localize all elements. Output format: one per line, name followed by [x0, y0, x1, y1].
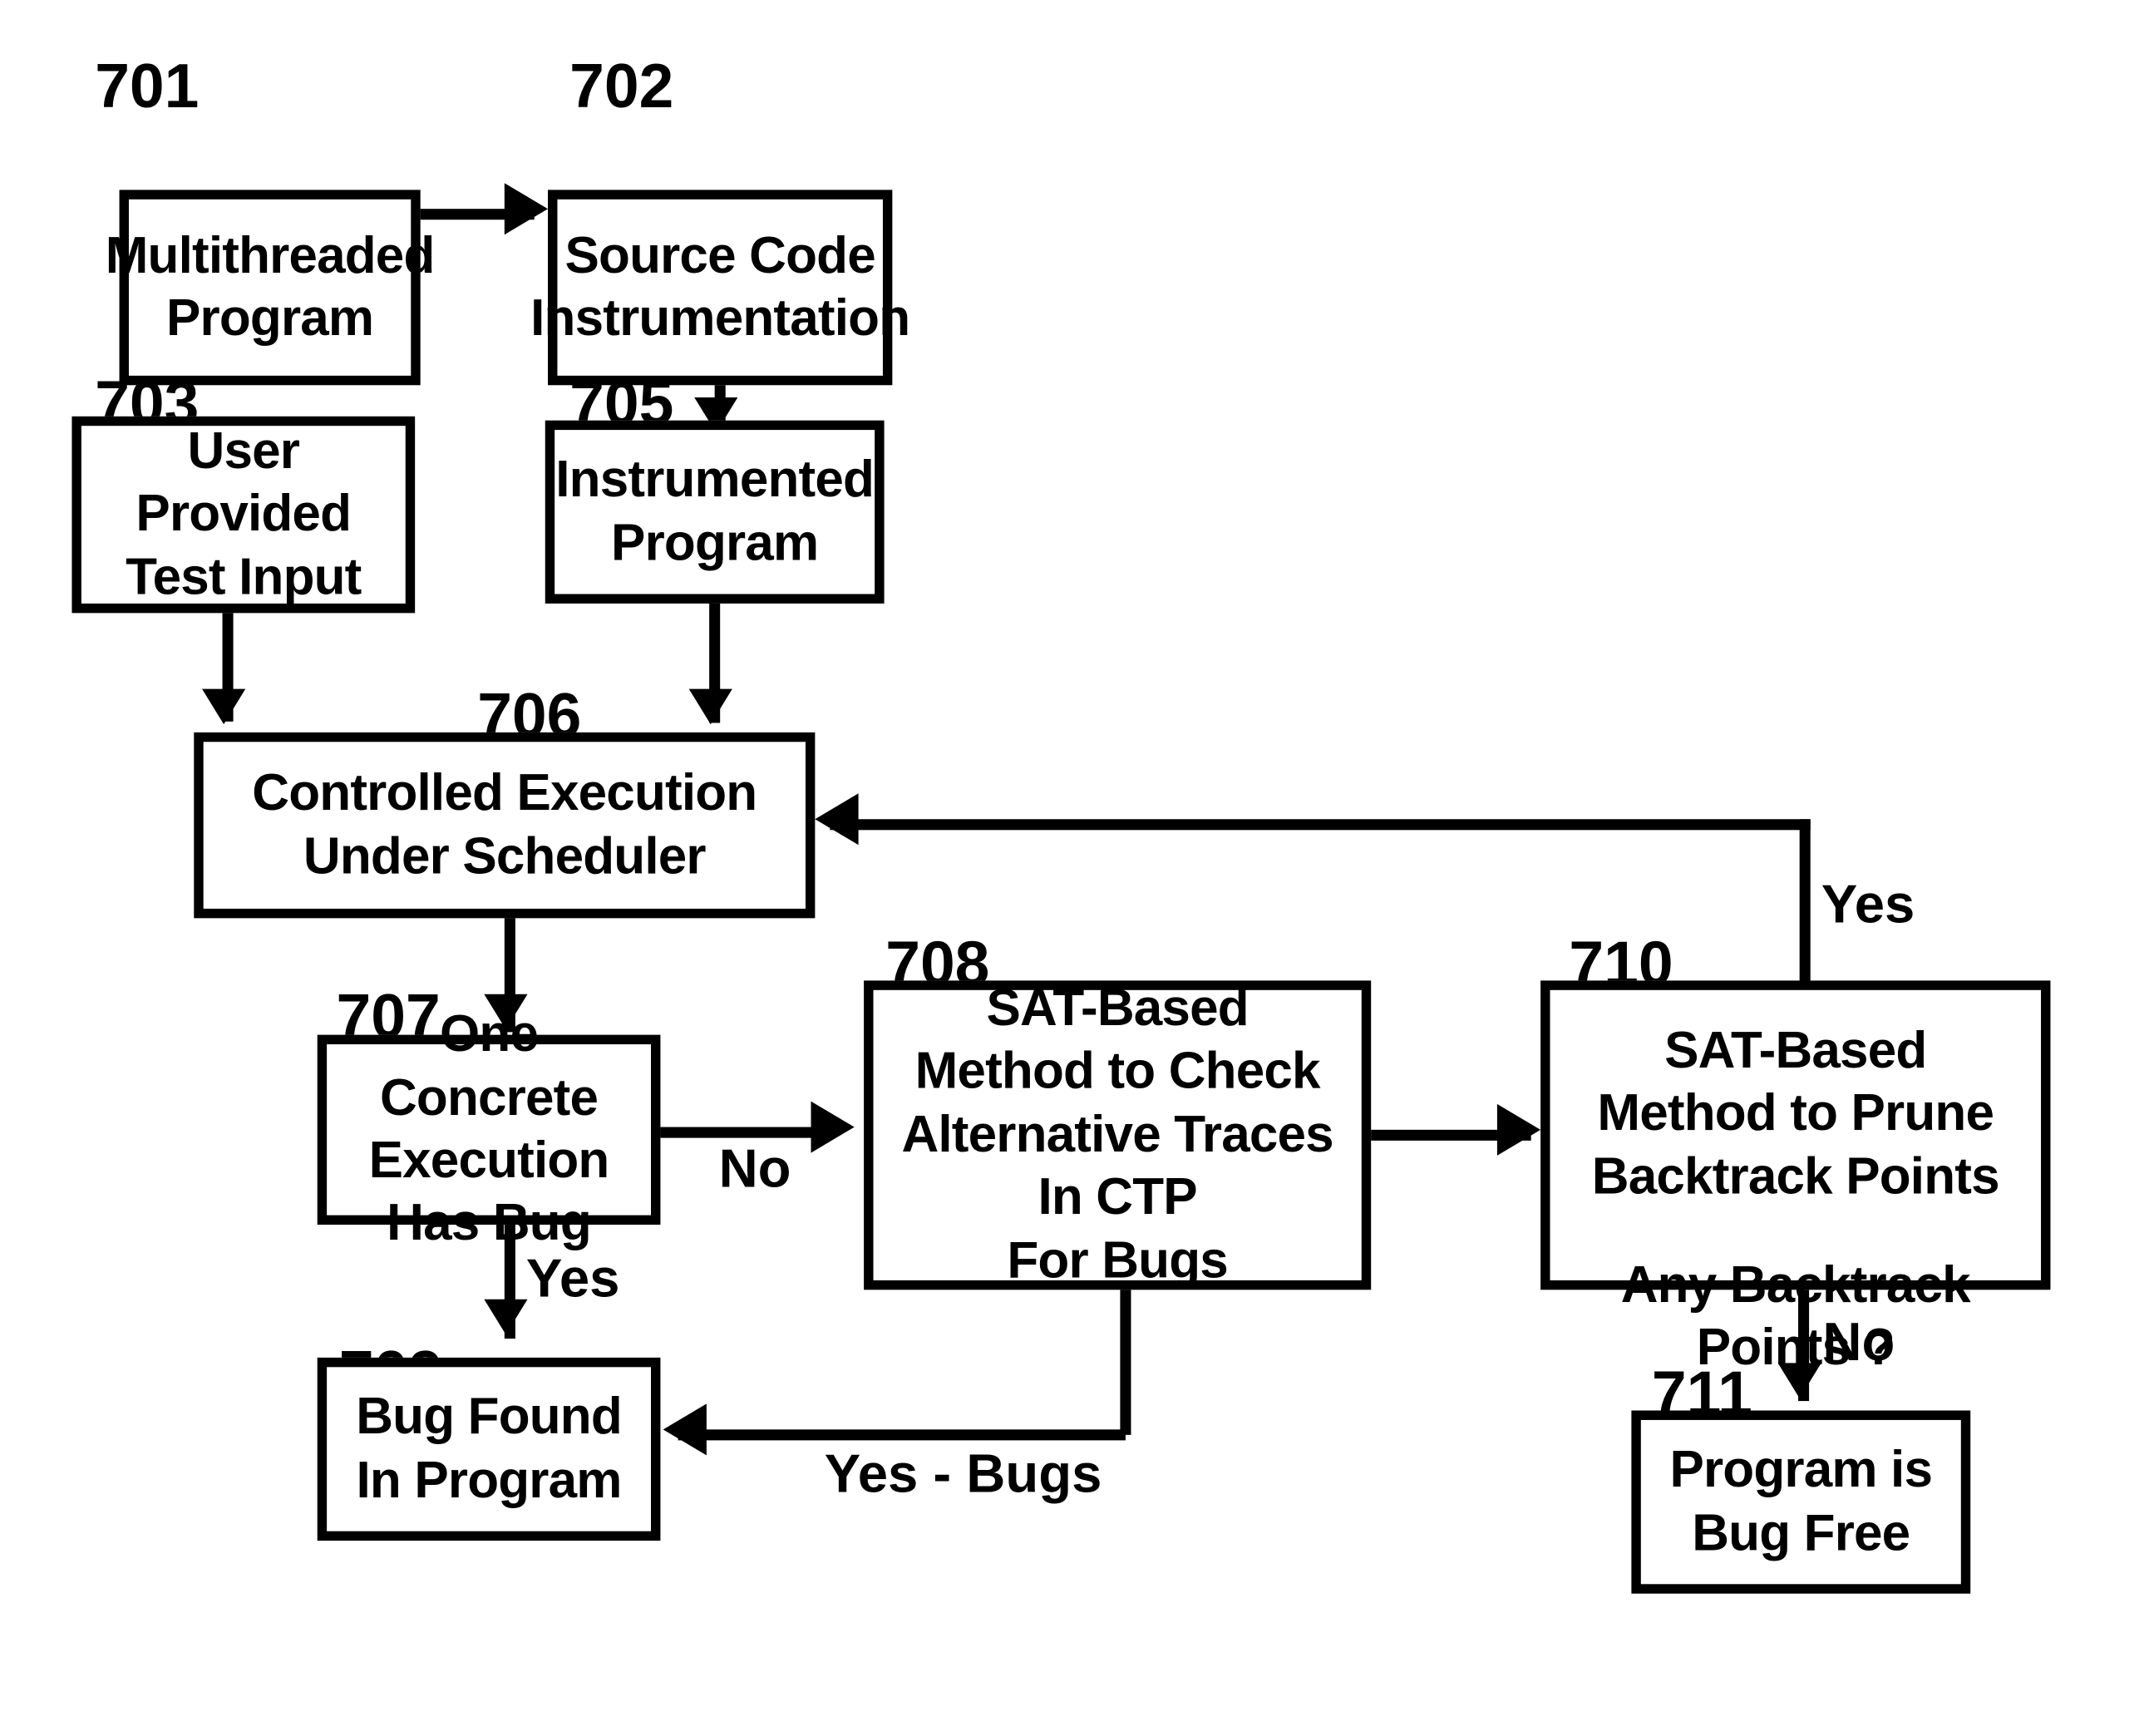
edge-710-to-706-arrowhead	[815, 793, 859, 846]
node-label-706: Controlled Execution Under Scheduler	[252, 765, 757, 885]
ref-label-702: 702	[569, 50, 674, 121]
edge-707-to-709-arrowhead	[484, 1299, 528, 1335]
edge-710-to-706-hline	[830, 819, 1811, 831]
node-sat-based-prune-backtrack-points: SAT-Based Method to Prune Backtrack Poin…	[1540, 980, 2051, 1377]
edge-label-yes-710-706: Yes	[1821, 875, 1915, 935]
edge-label-no-710-711: No	[1822, 1313, 1895, 1373]
node-label-709: Bug Found In Program	[356, 1388, 623, 1509]
edge-710-to-706-vline	[1799, 819, 1811, 983]
edge-708-to-709-arrowhead	[663, 1403, 707, 1456]
node-label-703: User Provided Test Input	[126, 422, 362, 606]
node-label-711: Program is Bug Free	[1669, 1442, 1933, 1562]
ref-label-701: 701	[95, 50, 200, 121]
node-label-708: SAT-Based Method to Check Alternative Tr…	[901, 980, 1333, 1290]
node-sat-based-check-alternative-traces: SAT-Based Method to Check Alternative Tr…	[864, 980, 1372, 1290]
node-question-710: Any Backtrack Points ?	[1620, 1257, 1971, 1378]
edge-708-to-709-vline	[1120, 1290, 1131, 1435]
node-multithreaded-program: Multithreaded Program	[106, 190, 435, 386]
node-program-is-bug-free: Program is Bug Free	[1631, 1410, 1971, 1594]
edge-708-to-710-arrowhead	[1496, 1103, 1541, 1156]
edge-label-no-707-708: No	[718, 1139, 791, 1200]
node-label-707: One Concrete Execution Has Bug	[368, 1006, 610, 1253]
node-one-concrete-execution-has-bug: One Concrete Execution Has Bug	[317, 1007, 661, 1252]
node-label-705: Instrumented Program	[555, 451, 875, 572]
edge-label-yes-707-709: Yes	[525, 1249, 620, 1309]
node-source-code-instrumentation: Source Code Instrumentation	[530, 190, 910, 386]
edge-705-to-706-arrowhead	[688, 688, 732, 725]
edge-708-to-709-hline	[678, 1429, 1126, 1441]
node-label-702: Source Code Instrumentation	[530, 227, 910, 348]
node-label-710: SAT-Based Method to Prune Backtrack Poin…	[1591, 1022, 2000, 1206]
node-bug-found-in-program: Bug Found In Program	[317, 1357, 661, 1541]
figure-canvas: 701 Multithreaded Program 702 Source Cod…	[0, 0, 2149, 1736]
node-controlled-execution-under-scheduler: Controlled Execution Under Scheduler	[194, 732, 816, 919]
edge-707-to-708-arrowhead	[811, 1101, 855, 1153]
edge-707-to-708-line	[660, 1127, 835, 1138]
edge-703-to-706-arrowhead	[202, 688, 246, 725]
node-user-provided-test-input: User Provided Test Input	[71, 416, 416, 614]
edge-label-yes-bugs-708-709: Yes - Bugs	[824, 1444, 1102, 1505]
node-instrumented-program: Instrumented Program	[545, 420, 885, 604]
node-label-701: Multithreaded Program	[105, 227, 436, 348]
edge-710-to-711-arrowhead	[1777, 1363, 1821, 1398]
